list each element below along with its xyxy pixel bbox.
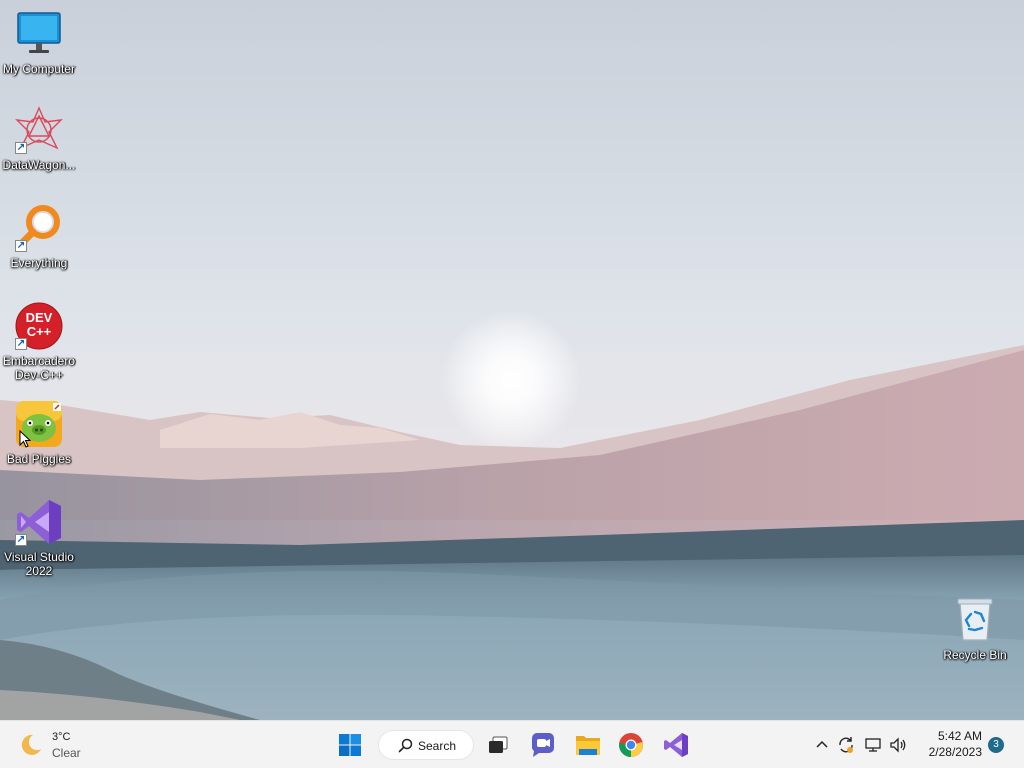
monitor-icon <box>15 10 63 58</box>
weather-condition: Clear <box>52 746 81 760</box>
desktop-icon-datawagon[interactable]: ↗ DataWagon... <box>0 106 78 172</box>
shortcut-arrow-icon: ↗ <box>15 534 27 546</box>
visual-studio-icon[interactable] <box>660 729 692 761</box>
desktop-icon-visual-studio[interactable]: ↗ Visual Studio 2022 <box>0 498 78 578</box>
notification-count-badge[interactable]: 3 <box>988 737 1004 753</box>
desktop-icon-label: Embarcadero Dev-C++ <box>2 354 76 382</box>
taskbar-search-box[interactable]: Search <box>378 730 474 760</box>
desktop-icon-recycle-bin[interactable]: Recycle Bin <box>936 596 1014 662</box>
chrome-icon[interactable] <box>615 729 647 761</box>
everything-search-icon: ↗ <box>15 204 63 252</box>
clock-time: 5:42 AM <box>937 729 982 743</box>
search-label: Search <box>418 739 457 753</box>
desktop-icon-label: Visual Studio 2022 <box>4 550 74 578</box>
desktop-icon-devcpp[interactable]: DEV C++ ↗ Embarcadero Dev-C++ <box>0 302 78 382</box>
mouse-cursor-icon <box>19 430 31 448</box>
desktop-icon-label: Everything <box>10 256 68 270</box>
desktop-wallpaper <box>0 0 1024 720</box>
weather-temperature: 3°C <box>52 731 71 743</box>
moon-icon <box>21 734 41 755</box>
desktop-icon-label: Bad Piggies <box>6 452 72 466</box>
datawagon-icon: ↗ <box>15 106 63 154</box>
task-view-icon[interactable] <box>482 729 514 761</box>
desktop-icon-label: My Computer <box>2 62 76 76</box>
shortcut-arrow-icon: ↗ <box>15 240 27 252</box>
desktop-icon-label: Recycle Bin <box>943 648 1007 662</box>
devcpp-icon: DEV C++ ↗ <box>15 302 63 350</box>
visual-studio-icon: ↗ <box>15 498 63 546</box>
shortcut-arrow-icon: ↗ <box>15 338 27 350</box>
desktop-icon-everything[interactable]: ↗ Everything <box>0 204 78 270</box>
taskbar: 3°C Clear Search 5:42 AM 2/28/2023 3 <box>0 720 1024 768</box>
search-icon <box>398 738 413 753</box>
desktop-icon-bad-piggies[interactable]: Bad Piggies <box>0 400 78 466</box>
recycle-bin-icon <box>951 596 999 644</box>
desktop-icon-label: DataWagon... <box>2 158 76 172</box>
shortcut-arrow-icon: ↗ <box>15 142 27 154</box>
volume-icon[interactable] <box>888 735 908 755</box>
windows-start-icon[interactable] <box>334 729 366 761</box>
sync-icon[interactable] <box>836 735 856 755</box>
chevron-up-icon[interactable] <box>812 735 832 755</box>
desktop-icon-my-computer[interactable]: My Computer <box>0 10 78 76</box>
chat-icon[interactable] <box>527 729 559 761</box>
taskbar-clock[interactable]: 5:42 AM 2/28/2023 <box>916 728 982 760</box>
devcpp-badge-text: DEV C++ <box>25 310 53 339</box>
clock-date: 2/28/2023 <box>928 745 982 759</box>
network-icon[interactable] <box>863 735 883 755</box>
file-explorer-icon[interactable] <box>572 729 604 761</box>
